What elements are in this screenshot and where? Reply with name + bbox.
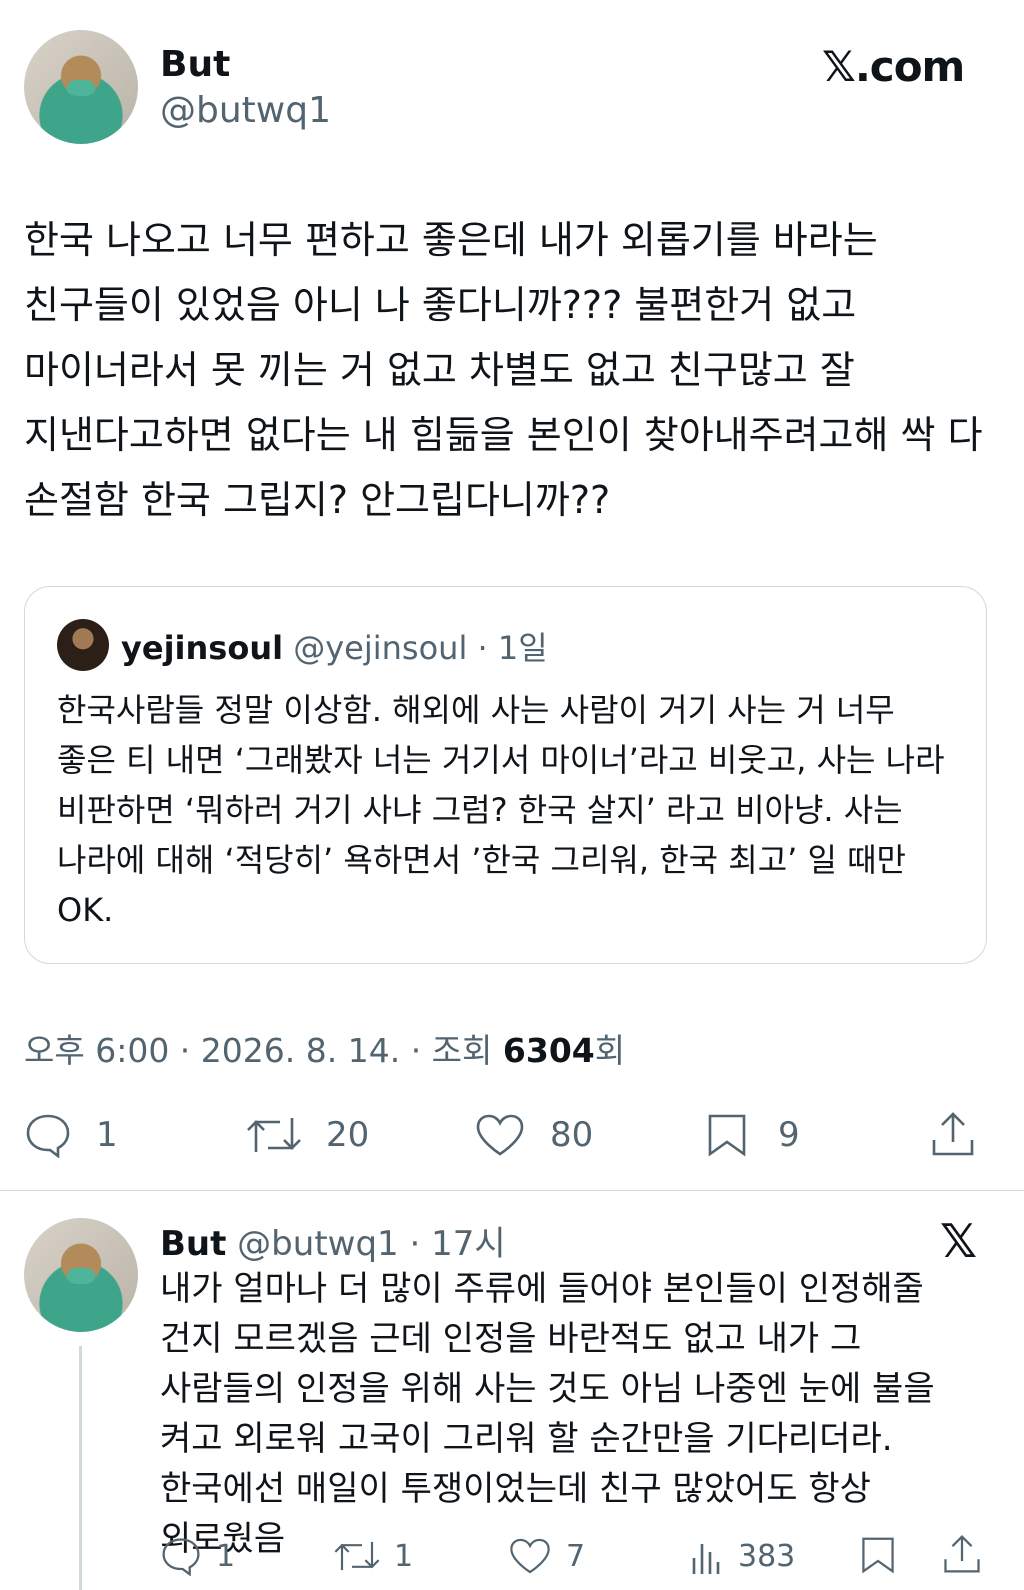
author-name[interactable]: But [160,44,230,85]
like-icon [510,1538,550,1574]
quoted-tweet-card[interactable]: yejinsoul @yejinsoul · 1일 한국사람들 정말 이상함. … [24,586,987,964]
reply-count: 1 [96,1115,118,1155]
author-handle[interactable]: @butwq1 [160,90,331,131]
view-suffix: 회 [594,1031,626,1070]
like-button[interactable]: 80 [474,1112,593,1158]
reply-views-button[interactable]: 383 [688,1536,795,1576]
share-icon [932,1112,974,1156]
retweet-count: 20 [326,1115,370,1155]
quote-author-avatar [57,619,109,671]
author-avatar[interactable] [24,30,138,144]
quote-header: yejinsoul @yejinsoul · 1일 [121,623,548,669]
reply-bookmark-button[interactable] [860,1534,896,1576]
reply-share-button[interactable] [942,1532,982,1576]
reply-reply-count: 1 [216,1538,236,1574]
views-icon [692,1544,720,1574]
reply-like-count: 7 [566,1538,586,1574]
view-count: 6304 [502,1031,595,1070]
tweet-timestamp: 오후 6:00 · 2026. 8. 14. · 조회 6304회 [24,1024,625,1072]
reply-view-count: 383 [738,1538,796,1574]
quote-text: 한국사람들 정말 이상함. 해외에 사는 사람이 거기 사는 거 너무 좋은 티… [57,691,945,929]
reply-reply-button[interactable]: 1 [160,1536,235,1576]
x-com-logo: 𝕏.com [822,42,965,91]
divider [0,1190,1024,1191]
like-icon [476,1114,524,1156]
reply-author-avatar[interactable] [24,1218,138,1332]
reply-icon [26,1114,70,1158]
reply-button[interactable]: 1 [24,1112,118,1158]
x-logo-icon: 𝕏 [940,1214,978,1268]
retweet-icon [334,1541,380,1571]
tweet-text: 한국 나오고 너무 편하고 좋은데 내가 외롭기를 바라는 친구들이 있었음 아… [24,218,983,522]
quote-meta: @yejinsoul · 1일 [283,629,548,667]
bookmark-icon [708,1114,746,1157]
retweet-icon [247,1118,301,1152]
like-count: 80 [550,1115,594,1155]
thread-line [79,1346,82,1590]
reply-meta: @butwq1 · 17시 [226,1224,506,1264]
bookmark-button[interactable]: 9 [706,1112,800,1158]
share-icon [944,1535,980,1573]
timestamp-text: 오후 6:00 · 2026. 8. 14. · 조회 [24,1031,503,1070]
bookmark-icon [862,1537,894,1574]
quote-author-name: yejinsoul [121,629,284,667]
reply-retweet-button[interactable]: 1 [332,1536,413,1576]
reply-text: 내가 얼마나 더 많이 주류에 들어야 본인들이 인정해줄 건지 모르겠음 근데… [160,1269,935,1559]
reply-retweet-count: 1 [394,1538,414,1574]
share-button[interactable] [930,1110,976,1158]
retweet-button[interactable]: 20 [244,1112,369,1158]
reply-icon [162,1538,200,1576]
bookmark-count: 9 [778,1115,800,1155]
reply-header: But @butwq1 · 17시 [160,1216,506,1265]
reply-like-button[interactable]: 7 [508,1536,585,1576]
reply-author-name[interactable]: But [160,1224,226,1264]
